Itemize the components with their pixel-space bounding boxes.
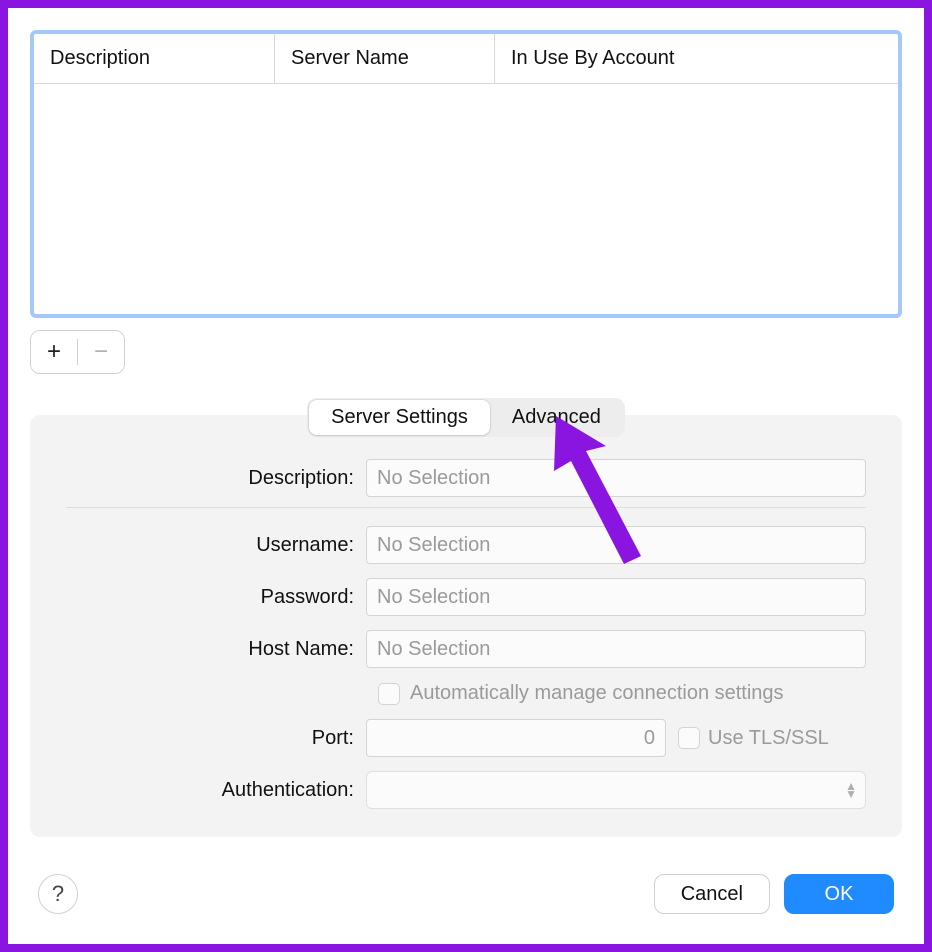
port-field[interactable] bbox=[366, 719, 666, 757]
remove-server-button[interactable]: − bbox=[78, 331, 124, 373]
tab-server-settings[interactable]: Server Settings bbox=[309, 400, 490, 435]
hostname-field[interactable] bbox=[366, 630, 866, 668]
label-port: Port: bbox=[66, 727, 366, 750]
tab-bar: Server Settings Advanced bbox=[30, 398, 902, 437]
auto-manage-row: Automatically manage connection settings bbox=[378, 682, 866, 705]
password-field[interactable] bbox=[366, 578, 866, 616]
server-list-table[interactable]: Description Server Name In Use By Accoun… bbox=[30, 30, 902, 318]
footer-bar: ? Cancel OK bbox=[38, 874, 894, 914]
label-hostname: Host Name: bbox=[66, 638, 366, 661]
label-authentication: Authentication: bbox=[66, 779, 366, 802]
column-header-server-name[interactable]: Server Name bbox=[274, 34, 494, 83]
tls-checkbox[interactable] bbox=[678, 727, 700, 749]
window-frame: Description Server Name In Use By Accoun… bbox=[0, 0, 932, 952]
table-body-empty bbox=[34, 84, 898, 314]
authentication-select[interactable]: ▲▼ bbox=[366, 771, 866, 809]
select-stepper-icon: ▲▼ bbox=[845, 782, 857, 798]
tls-label: Use TLS/SSL bbox=[708, 727, 829, 750]
username-field[interactable] bbox=[366, 526, 866, 564]
tab-advanced[interactable]: Advanced bbox=[490, 400, 623, 435]
ok-button[interactable]: OK bbox=[784, 874, 894, 914]
label-description: Description: bbox=[66, 467, 366, 490]
tab-segmented-control: Server Settings Advanced bbox=[307, 398, 625, 437]
auto-manage-checkbox[interactable] bbox=[378, 683, 400, 705]
cancel-button[interactable]: Cancel bbox=[654, 874, 770, 914]
label-password: Password: bbox=[66, 586, 366, 609]
column-header-in-use-by-account[interactable]: In Use By Account bbox=[494, 34, 898, 83]
add-server-button[interactable]: + bbox=[31, 331, 77, 373]
server-settings-panel: Description: Username: Password: Host Na… bbox=[30, 415, 902, 837]
column-header-description[interactable]: Description bbox=[34, 34, 274, 83]
help-button[interactable]: ? bbox=[38, 874, 78, 914]
table-header-row: Description Server Name In Use By Accoun… bbox=[34, 34, 898, 84]
auto-manage-label: Automatically manage connection settings bbox=[410, 682, 784, 705]
label-username: Username: bbox=[66, 534, 366, 557]
divider bbox=[66, 507, 866, 508]
description-field[interactable] bbox=[366, 459, 866, 497]
add-remove-control: + − bbox=[30, 330, 125, 374]
